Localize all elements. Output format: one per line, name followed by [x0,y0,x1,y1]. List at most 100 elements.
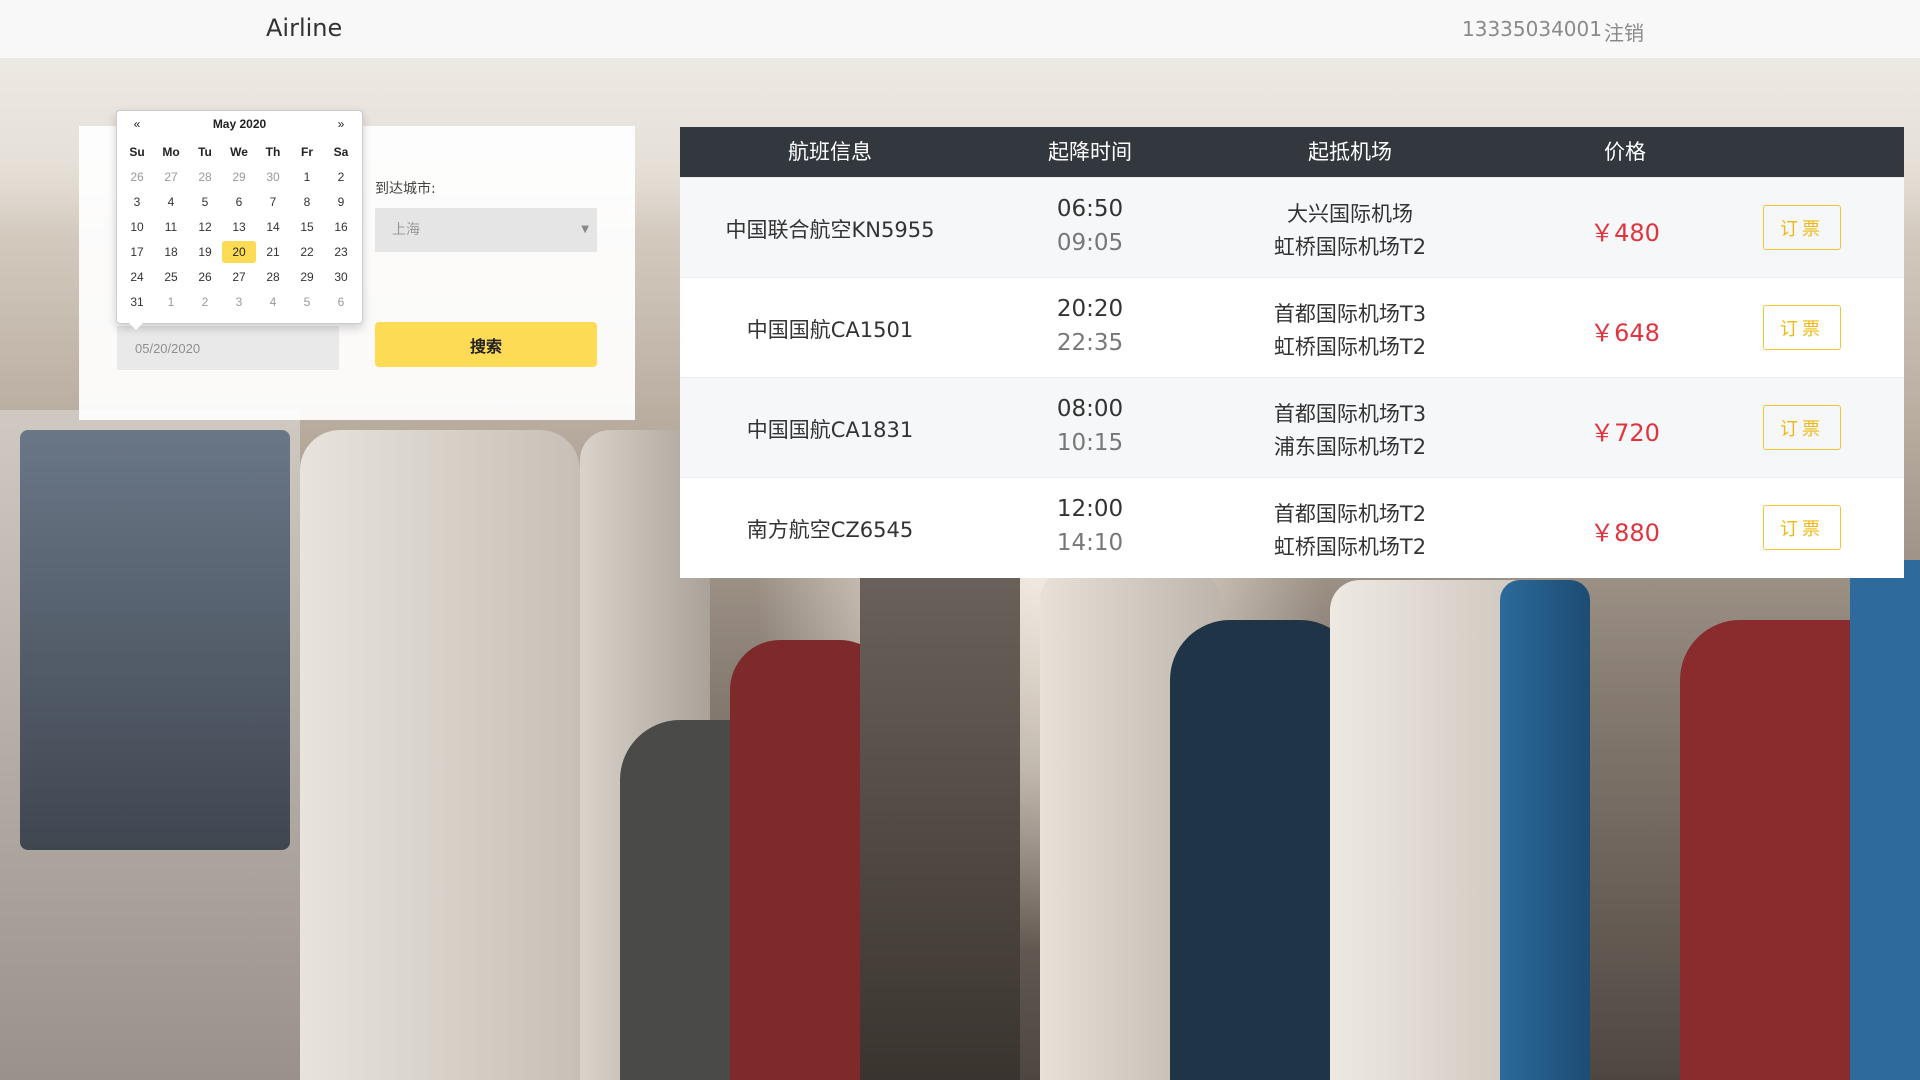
day-cell[interactable]: 9 [324,191,358,213]
departure-airport: 大兴国际机场 [1287,202,1413,226]
flight-name: 中国国航CA1501 [746,318,914,342]
arrival-time: 10:15 [1056,430,1124,456]
prev-month-button[interactable]: « [130,117,144,131]
day-cell[interactable]: 15 [290,216,324,238]
arrival-airport: 虹桥国际机场T2 [1273,335,1427,359]
day-cell[interactable]: 14 [256,216,290,238]
day-cell[interactable]: 6 [222,191,256,213]
week-row: 3 4 5 6 7 8 9 [120,191,358,216]
day-cell[interactable]: 3 [120,191,154,213]
departure-time: 12:00 [1056,496,1124,522]
day-cell[interactable]: 17 [120,241,154,263]
price: ￥648 [1590,319,1660,347]
arrival-time: 22:35 [1056,330,1124,356]
day-cell[interactable]: 31 [120,291,154,313]
day-cell[interactable]: 28 [256,266,290,288]
day-cell[interactable]: 26 [120,166,154,188]
day-cell[interactable]: 28 [188,166,222,188]
day-cell[interactable]: 3 [222,291,256,313]
flight-results-table: 航班信息 起降时间 起抵机场 价格 中国联合航空KN5955 06:50 09:… [680,127,1904,578]
day-cell[interactable]: 30 [256,166,290,188]
day-cell[interactable]: 19 [188,241,222,263]
column-header-time: 起降时间 [1048,140,1132,164]
departure-airport: 首都国际机场T3 [1273,302,1427,326]
day-cell[interactable]: 27 [154,166,188,188]
day-cell[interactable]: 25 [154,266,188,288]
price: ￥720 [1590,419,1660,447]
day-cell[interactable]: 12 [188,216,222,238]
book-ticket-button[interactable]: 订票 [1763,405,1841,450]
table-row: 中国联合航空KN5955 06:50 09:05 大兴国际机场 虹桥国际机场T2… [680,177,1904,278]
day-cell[interactable]: 16 [324,216,358,238]
day-cell[interactable]: 26 [188,266,222,288]
book-ticket-button[interactable]: 订票 [1763,305,1841,350]
weekday-label: Sa [333,145,349,159]
weekday-label: Th [265,145,281,159]
arrival-time: 14:10 [1056,530,1124,556]
arrival-airport: 虹桥国际机场T2 [1273,235,1427,259]
day-cell[interactable]: 30 [324,266,358,288]
search-button[interactable]: 搜索 [375,322,597,367]
week-row: 26 27 28 29 30 1 2 [120,166,358,191]
departure-time: 06:50 [1056,196,1124,222]
flight-name: 南方航空CZ6545 [746,518,914,542]
dropdown-caret-icon: ▼ [581,224,589,235]
day-cell[interactable]: 4 [256,291,290,313]
departure-time: 08:00 [1056,396,1124,422]
day-cell[interactable]: 1 [290,166,324,188]
column-header-flight: 航班信息 [788,140,872,164]
day-cell[interactable]: 8 [290,191,324,213]
price: ￥880 [1590,519,1660,547]
day-cell[interactable]: 29 [290,266,324,288]
departure-date-input[interactable] [117,326,339,370]
brand-logo[interactable]: Airline [266,14,342,42]
arrive-city-label: 到达城市: [375,181,436,197]
day-cell[interactable]: 29 [222,166,256,188]
day-cell[interactable]: 10 [120,216,154,238]
weekday-label: Fr [301,145,313,159]
day-cell[interactable]: 11 [154,216,188,238]
arrival-airport: 浦东国际机场T2 [1273,435,1427,459]
day-cell[interactable]: 18 [154,241,188,263]
week-row: 10 11 12 13 14 15 16 [120,216,358,241]
week-row: 17 18 19 20 21 22 23 [120,241,358,266]
arrival-time: 09:05 [1056,230,1124,256]
day-cell[interactable]: 5 [290,291,324,313]
day-cell[interactable]: 24 [120,266,154,288]
day-cell[interactable]: 4 [154,191,188,213]
arrive-city-value: 上海 [392,222,420,238]
day-cell[interactable]: 6 [324,291,358,313]
day-cell[interactable]: 23 [324,241,358,263]
top-navbar: Airline 13335034001 注销 [0,0,1920,59]
logout-link[interactable]: 注销 [1604,17,1644,46]
book-ticket-button[interactable]: 订票 [1763,505,1841,550]
next-month-button[interactable]: » [334,117,348,131]
price: ￥480 [1590,219,1660,247]
datepicker-header: « May 2020 » [117,117,362,135]
flight-name: 中国国航CA1831 [746,418,914,442]
departure-time: 20:20 [1056,296,1124,322]
weekday-row: Su Mo Tu We Th Fr Sa [120,141,358,166]
day-cell[interactable]: 2 [324,166,358,188]
day-cell[interactable]: 2 [188,291,222,313]
column-header-price: 价格 [1604,140,1646,164]
datepicker-month-title[interactable]: May 2020 [177,117,302,131]
day-cell[interactable]: 13 [222,216,256,238]
day-cell[interactable]: 22 [290,241,324,263]
column-header-airport: 起抵机场 [1308,140,1392,164]
day-cell-selected[interactable]: 20 [222,241,256,263]
flight-name: 中国联合航空KN5955 [725,218,935,242]
user-phone-link[interactable]: 13335034001 [1462,17,1602,41]
table-row: 中国国航CA1501 20:20 22:35 首都国际机场T3 虹桥国际机场T2… [680,277,1904,378]
weekday-label: We [230,145,248,159]
datepicker-grid: Su Mo Tu We Th Fr Sa 26 27 28 29 30 1 2 … [120,141,358,316]
book-ticket-button[interactable]: 订票 [1763,205,1841,250]
day-cell[interactable]: 5 [188,191,222,213]
day-cell[interactable]: 7 [256,191,290,213]
day-cell[interactable]: 1 [154,291,188,313]
arrive-city-select[interactable]: 上海 ▼ [375,208,597,252]
day-cell[interactable]: 21 [256,241,290,263]
datepicker-popup: « May 2020 » Su Mo Tu We Th Fr Sa 26 27 … [116,110,363,330]
day-cell[interactable]: 27 [222,266,256,288]
table-row: 南方航空CZ6545 12:00 14:10 首都国际机场T2 虹桥国际机场T2… [680,477,1904,578]
